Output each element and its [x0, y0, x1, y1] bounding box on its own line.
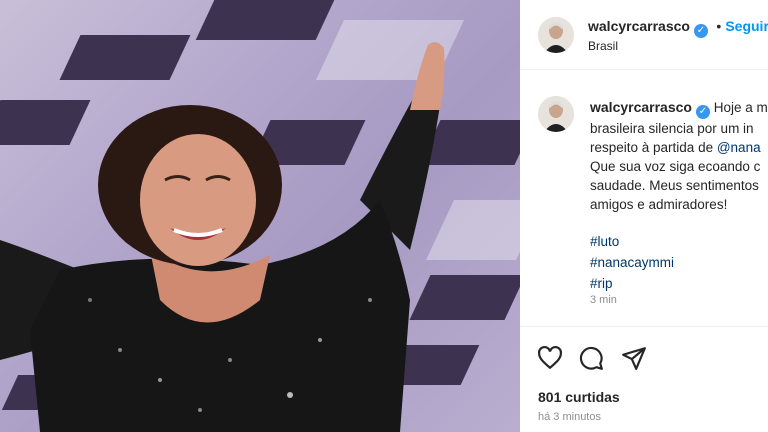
- caption-line: respeito à partida de: [590, 140, 717, 155]
- hashtag-link[interactable]: #luto: [590, 231, 674, 252]
- follow-button[interactable]: Seguir: [725, 18, 768, 34]
- action-bar: 801 curtidas há 3 minutos: [520, 326, 768, 432]
- post-header: walcyrcarrasco ✓ • Seguir Brasil: [520, 0, 768, 70]
- avatar[interactable]: [538, 96, 574, 132]
- hashtag-link[interactable]: #rip: [590, 273, 674, 294]
- verified-badge-icon: ✓: [693, 24, 708, 38]
- share-icon[interactable]: [621, 345, 647, 371]
- location[interactable]: Brasil: [588, 39, 618, 53]
- caption: walcyrcarrasco ✓ Hoje a m brasileira sile…: [590, 98, 768, 214]
- posted-time: há 3 minutos: [538, 411, 601, 423]
- mention-link[interactable]: @nana: [717, 140, 761, 155]
- heart-icon[interactable]: [537, 345, 563, 371]
- singer-figure: [0, 42, 445, 432]
- caption-line: Hoje a m: [713, 100, 768, 115]
- caption-line: Que sua voz siga ecoando c: [590, 159, 761, 174]
- caption-line: saudade. Meus sentimentos: [590, 178, 759, 193]
- comment-icon[interactable]: [578, 345, 604, 371]
- likes-count[interactable]: 801 curtidas: [538, 389, 620, 405]
- dot-separator: •: [716, 18, 722, 34]
- avatar[interactable]: [538, 17, 574, 53]
- hashtags: #luto #nanacaymmi #rip: [590, 231, 674, 294]
- post-panel: walcyrcarrasco ✓ • Seguir Brasil walcyrcar…: [520, 0, 768, 432]
- caption-line: amigos e admiradores!: [590, 197, 728, 212]
- username[interactable]: walcyrcarrasco: [588, 18, 690, 34]
- post-photo[interactable]: [0, 0, 520, 432]
- comment-time: 3 min: [590, 294, 617, 306]
- caption-line: brasileira silencia por um in: [590, 121, 754, 136]
- hashtag-link[interactable]: #nanacaymmi: [590, 252, 674, 273]
- verified-badge-icon: ✓: [695, 105, 710, 119]
- caption-username[interactable]: walcyrcarrasco: [590, 99, 692, 115]
